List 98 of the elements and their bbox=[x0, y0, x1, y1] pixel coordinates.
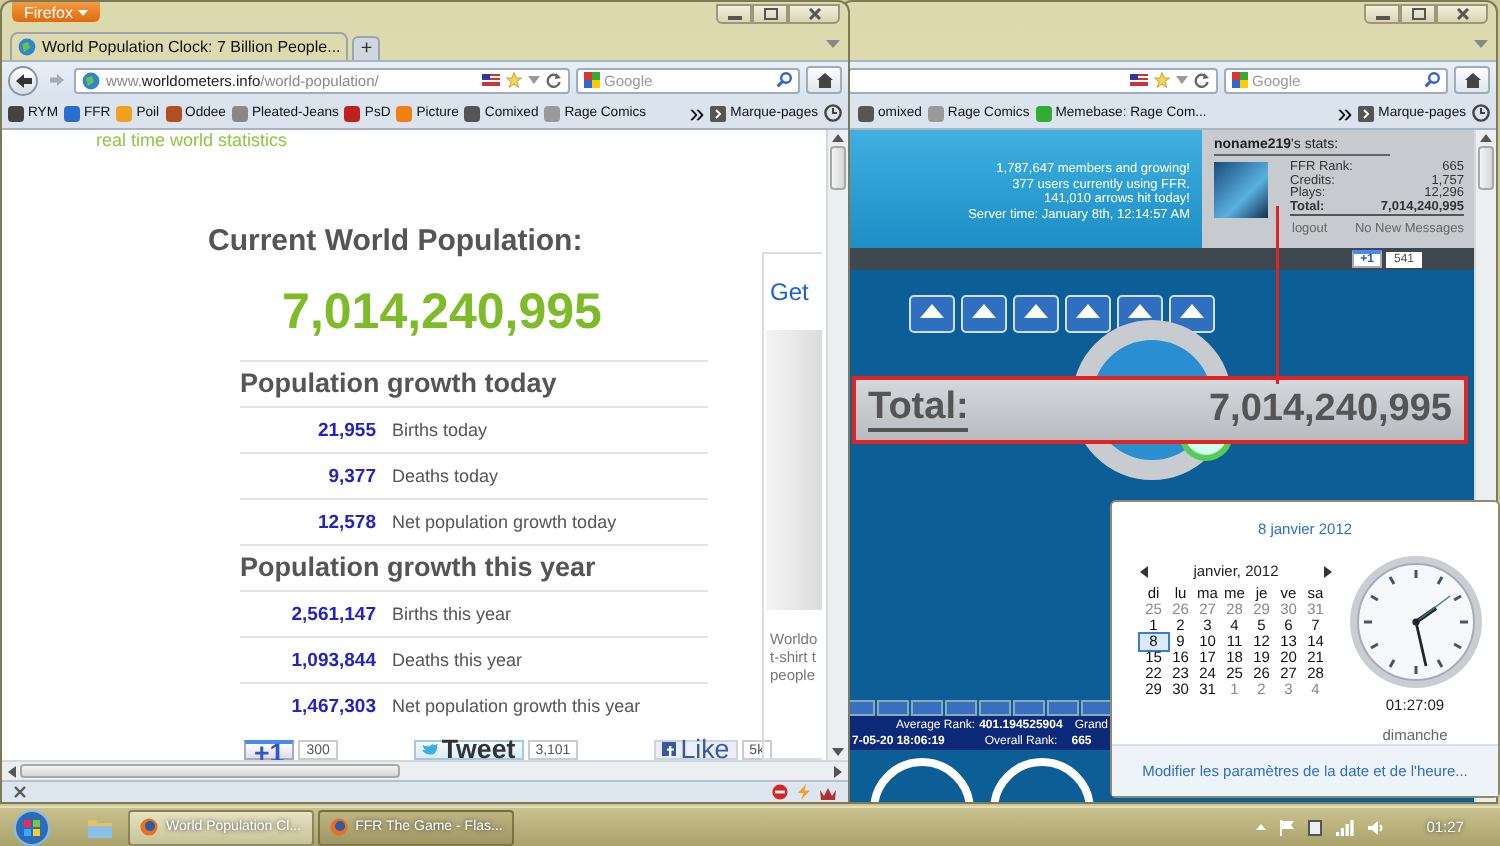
scrollbar-thumb[interactable] bbox=[830, 146, 846, 190]
scroll-down-arrow-icon[interactable] bbox=[832, 748, 844, 756]
crown-icon[interactable] bbox=[820, 785, 836, 799]
minimize-button[interactable] bbox=[1364, 4, 1400, 24]
section-heading: Population growth today bbox=[240, 360, 708, 406]
section-heading: Population growth this year bbox=[240, 544, 708, 590]
bookmark-favicon-icon bbox=[544, 105, 561, 121]
dropdown-caret-icon bbox=[528, 76, 540, 84]
stop-sign-icon[interactable] bbox=[772, 784, 788, 800]
close-icon bbox=[1455, 8, 1469, 20]
bookmark-favicon-icon bbox=[165, 105, 182, 121]
scrollbar-thumb[interactable] bbox=[20, 764, 400, 778]
analog-clock-drawing bbox=[1347, 554, 1483, 690]
caret-icon bbox=[78, 9, 89, 15]
flag-icon bbox=[1130, 74, 1148, 86]
start-orb-icon bbox=[14, 809, 50, 845]
next-month-arrow-icon[interactable] bbox=[1323, 565, 1332, 577]
maximize-button[interactable] bbox=[1400, 4, 1436, 24]
search-icon bbox=[1424, 72, 1440, 88]
ad-link[interactable]: Get bbox=[770, 278, 822, 306]
home-icon bbox=[1463, 72, 1481, 88]
document-icon[interactable] bbox=[1308, 819, 1323, 835]
minimize-button[interactable] bbox=[716, 4, 752, 24]
google-logo-icon bbox=[584, 72, 600, 88]
maximize-icon bbox=[1411, 8, 1425, 20]
globe-icon bbox=[82, 71, 100, 89]
horizontal-scrollbar[interactable] bbox=[2, 760, 848, 780]
stat-value: 21,955 bbox=[315, 419, 376, 441]
bookmark-favicon-icon bbox=[858, 105, 874, 121]
stat-value: 1,093,844 bbox=[289, 649, 376, 671]
star-icon bbox=[506, 72, 522, 88]
back-arrow-icon bbox=[15, 73, 31, 87]
stat-label: Net population growth today bbox=[392, 512, 617, 532]
dropdown-caret-icon bbox=[1176, 76, 1188, 84]
stat-label: Births this year bbox=[392, 604, 512, 624]
bookmark-favicon-icon bbox=[8, 105, 24, 121]
google-logo-icon bbox=[1232, 72, 1248, 88]
stat-value: 2,561,147 bbox=[289, 603, 376, 625]
clock-icon[interactable] bbox=[824, 104, 842, 122]
bookmark-favicon-icon bbox=[396, 105, 413, 121]
bookmark-favicon-icon bbox=[63, 105, 80, 121]
stat-value: 12,578 bbox=[315, 511, 376, 533]
bookmark-favicon-icon bbox=[464, 105, 481, 121]
scroll-up-arrow-icon[interactable] bbox=[1480, 134, 1492, 142]
stat-label: Net population growth this year bbox=[392, 696, 641, 716]
home-icon bbox=[815, 72, 833, 88]
avatar-placeholder bbox=[1214, 162, 1268, 218]
folder-icon bbox=[88, 817, 112, 837]
browser-icon bbox=[329, 818, 348, 836]
forward-arrow-icon bbox=[49, 74, 63, 86]
site-tagline: real time world statistics bbox=[96, 130, 290, 152]
new-tab-button[interactable]: + bbox=[352, 36, 381, 60]
globe-icon bbox=[18, 38, 36, 56]
stat-label: Deaths this year bbox=[392, 650, 523, 670]
bird-icon bbox=[421, 743, 438, 755]
stat-value: 1,467,303 bbox=[289, 695, 376, 717]
vertical-scrollbar[interactable] bbox=[826, 130, 848, 760]
home-button[interactable] bbox=[1454, 66, 1490, 94]
bookmarks-folder-icon bbox=[710, 105, 727, 121]
stat-value: 9,377 bbox=[326, 465, 376, 487]
bookmark-favicon-icon bbox=[116, 105, 133, 121]
reload-icon bbox=[546, 72, 562, 88]
population-counter: 7,014,240,995 bbox=[280, 284, 604, 340]
address-field[interactable] bbox=[848, 67, 1218, 93]
clock-icon[interactable] bbox=[1472, 104, 1490, 122]
back-button[interactable] bbox=[8, 65, 38, 95]
search-icon bbox=[776, 72, 792, 88]
bookmark-favicon-icon bbox=[231, 105, 248, 121]
tweet-button[interactable]: Tweet bbox=[413, 739, 524, 759]
stat-label: Births today bbox=[392, 420, 488, 440]
more-bookmarks-button[interactable]: » bbox=[689, 98, 705, 128]
scrollbar-thumb[interactable] bbox=[1478, 146, 1494, 190]
bookmark-favicon-icon bbox=[1035, 105, 1052, 121]
stat-label: Deaths today bbox=[392, 466, 499, 486]
close-icon bbox=[807, 8, 821, 20]
close-button[interactable] bbox=[788, 4, 840, 24]
star-icon bbox=[1154, 72, 1170, 88]
scroll-up-arrow-icon[interactable] bbox=[832, 134, 844, 142]
close-button[interactable] bbox=[1436, 4, 1488, 24]
more-bookmarks-button[interactable]: » bbox=[1337, 98, 1353, 128]
maximize-icon bbox=[763, 8, 777, 20]
scroll-left-arrow-icon[interactable] bbox=[8, 765, 16, 777]
browser-icon bbox=[140, 818, 158, 836]
previous-month-arrow-icon[interactable] bbox=[1140, 565, 1148, 577]
bookmarks-folder-icon bbox=[1358, 105, 1375, 121]
home-button[interactable] bbox=[806, 66, 842, 94]
page-heading: Current World Population: bbox=[208, 224, 585, 260]
reload-icon bbox=[1194, 72, 1210, 88]
bookmark-favicon-icon bbox=[927, 105, 944, 121]
flag-icon bbox=[482, 74, 500, 86]
bookmark-favicon-icon bbox=[344, 105, 361, 121]
start-button[interactable] bbox=[12, 807, 52, 846]
scroll-right-arrow-icon[interactable] bbox=[834, 765, 842, 777]
total-label: Total: bbox=[868, 388, 969, 432]
maximize-button[interactable] bbox=[752, 4, 788, 24]
like-button[interactable]: Like bbox=[654, 739, 738, 759]
total-value: 7,014,240,995 bbox=[1208, 388, 1452, 432]
close-icon[interactable] bbox=[14, 786, 26, 798]
